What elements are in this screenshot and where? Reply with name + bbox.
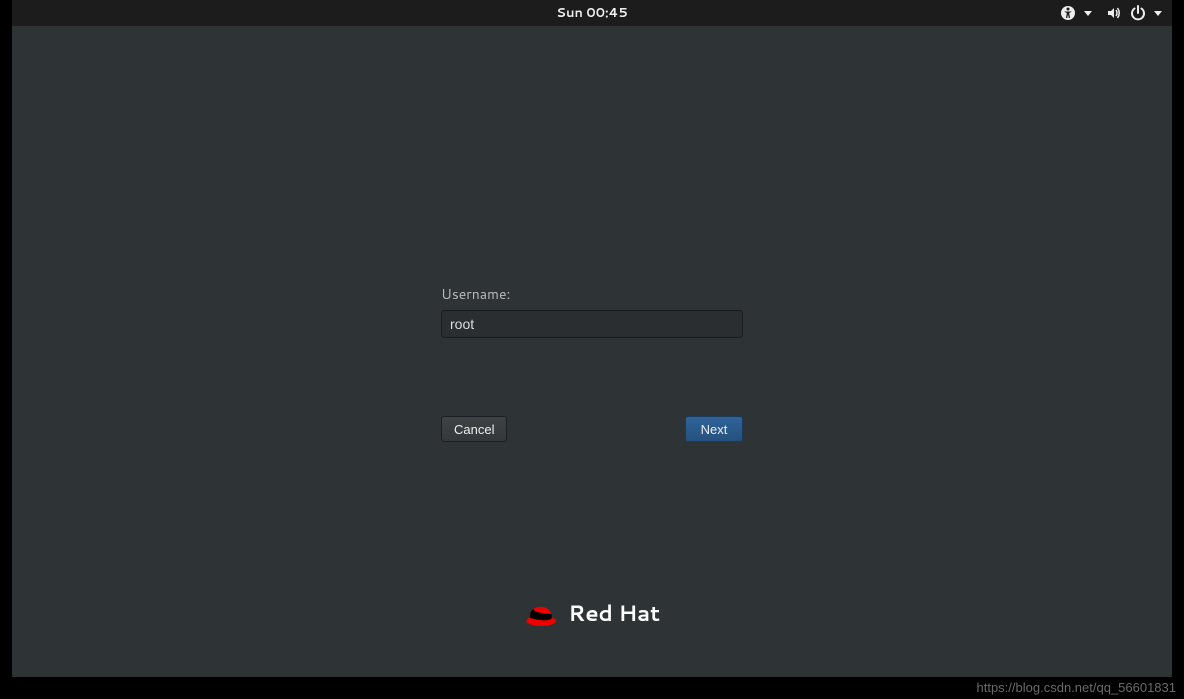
watermark-text: https://blog.csdn.net/qq_56601831	[977, 680, 1177, 695]
desktop-background: Sun 00:45	[12, 0, 1172, 677]
cancel-button[interactable]: Cancel	[441, 416, 507, 442]
login-form: Username: Cancel Next	[441, 284, 743, 442]
system-menu[interactable]	[1106, 5, 1162, 21]
username-input[interactable]	[441, 310, 743, 338]
button-row: Cancel Next	[441, 416, 743, 442]
power-icon	[1130, 5, 1146, 21]
next-button[interactable]: Next	[685, 416, 743, 442]
clock[interactable]: Sun 00:45	[556, 4, 627, 22]
accessibility-menu[interactable]	[1060, 5, 1092, 21]
accessibility-icon	[1060, 5, 1076, 21]
redhat-icon	[524, 601, 558, 627]
caret-down-icon	[1154, 11, 1162, 16]
username-label: Username:	[441, 284, 743, 304]
status-area	[1060, 5, 1162, 21]
caret-down-icon	[1084, 11, 1092, 16]
brand-name: Red Hat	[568, 598, 660, 629]
top-bar: Sun 00:45	[12, 0, 1172, 26]
brand-logo: Red Hat	[524, 598, 660, 629]
volume-icon	[1106, 5, 1122, 21]
